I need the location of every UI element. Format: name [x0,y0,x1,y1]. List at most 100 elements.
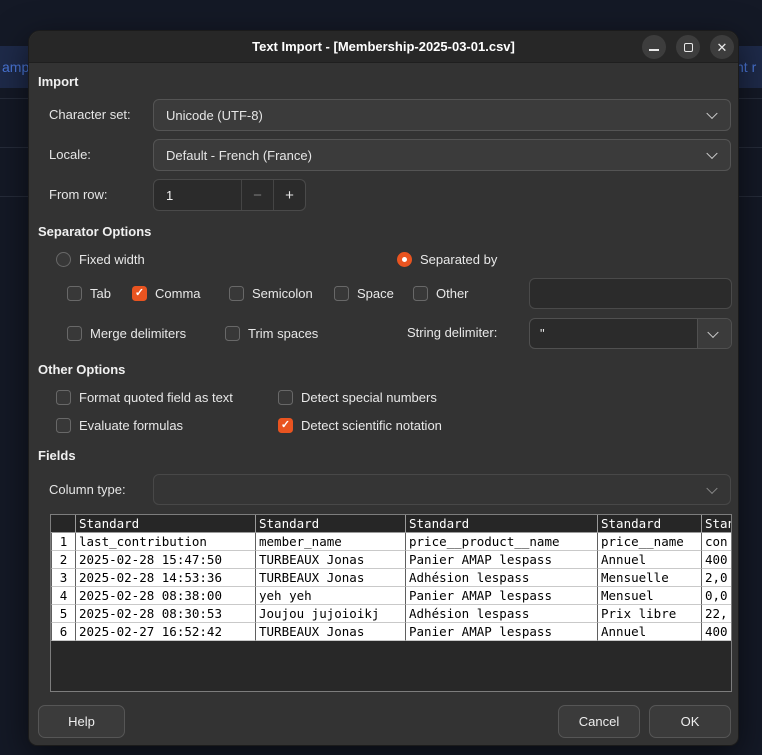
window-title: Text Import - [Membership-2025-03-01.csv… [252,39,515,54]
detect-scientific-checkbox[interactable]: ✓ Detect scientific notation [278,417,442,433]
string-delimiter-value[interactable]: " [530,319,697,348]
table-cell: 2,0 [701,569,731,587]
row-number: 5 [51,605,75,623]
checkbox-icon [334,285,349,301]
row-number: 6 [51,623,75,641]
close-button[interactable]: ✕ [710,35,734,59]
chevron-down-icon [706,107,718,120]
character-set-label: Character set: [49,107,131,122]
table-cell: con [701,533,731,551]
column-type-select[interactable] [153,474,731,505]
table-cell: 2025-02-27 16:52:42 [75,623,255,641]
locale-select[interactable]: Default - French (France) [153,139,731,171]
table-row: 3 2025-02-28 14:53:36 TURBEAUX Jonas Adhési… [51,569,731,587]
column-type-header[interactable]: Standard [405,515,597,533]
backdrop-text-fragment-right: nt r [736,59,757,75]
csv-preview-table[interactable]: StandardStandardStandardStandardStandard… [50,514,732,692]
column-type-header[interactable]: Standard [597,515,701,533]
table-cell: Mensuel [597,587,701,605]
semicolon-checkbox[interactable]: Semicolon [229,285,313,301]
string-delimiter-label: String delimiter: [407,325,498,340]
trim-spaces-label: Trim spaces [248,325,319,341]
string-delimiter-combobox[interactable]: " [529,318,732,349]
row-number: 4 [51,587,75,605]
evaluate-formulas-checkbox[interactable]: Evaluate formulas [56,417,183,433]
minimize-icon [649,49,659,51]
table-cell: 400 [701,623,731,641]
fields-section-heading: Fields [38,448,76,463]
radio-checked-icon [397,251,412,267]
help-button[interactable]: Help [38,705,125,738]
column-type-header[interactable]: Standard [75,515,255,533]
character-set-value: Unicode (UTF-8) [166,107,263,123]
from-row-label: From row: [49,187,108,202]
minimize-button[interactable] [642,35,666,59]
maximize-button[interactable] [676,35,700,59]
table-row: 5 2025-02-28 08:30:53 Joujou jujoioikj Adhé… [51,605,731,623]
checkbox-checked-icon: ✓ [132,285,147,301]
table-cell: Joujou jujoioikj [255,605,405,623]
maximize-icon [683,42,693,52]
column-type-label: Column type: [49,482,126,497]
row-number: 2 [51,551,75,569]
table-cell: TURBEAUX Jonas [255,623,405,641]
separator-options-heading: Separator Options [38,224,152,239]
row-number: 1 [51,533,75,551]
locale-value: Default - French (France) [166,147,312,163]
merge-delimiters-label: Merge delimiters [90,325,187,341]
semicolon-label: Semicolon [252,285,313,301]
row-number: 3 [51,569,75,587]
checkbox-checked-icon: ✓ [278,417,293,433]
from-row-spinner: 1 − + [153,179,306,211]
checkbox-icon [67,285,82,301]
fixed-width-radio[interactable]: Fixed width [56,251,145,267]
table-cell: Adhésion lespass [405,605,597,623]
titlebar[interactable]: Text Import - [Membership-2025-03-01.csv… [29,31,738,63]
separated-by-label: Separated by [420,251,498,267]
comma-checkbox[interactable]: ✓ Comma [132,285,201,301]
radio-icon [56,251,71,267]
table-cell: Panier AMAP lespass [405,551,597,569]
column-type-header[interactable]: Standard [701,515,731,533]
separated-by-radio[interactable]: Separated by [397,251,497,267]
from-row-decrement-button[interactable]: − [241,180,273,210]
table-cell: 400 [701,551,731,569]
detect-special-numbers-checkbox[interactable]: Detect special numbers [278,389,437,405]
table-cell: 0,0 [701,587,731,605]
character-set-select[interactable]: Unicode (UTF-8) [153,99,731,131]
from-row-increment-button[interactable]: + [273,180,305,210]
table-cell: yeh yeh [255,587,405,605]
checkbox-icon [278,389,293,405]
evaluate-formulas-label: Evaluate formulas [79,417,184,433]
locale-label: Locale: [49,147,91,162]
merge-delimiters-checkbox[interactable]: Merge delimiters [67,325,186,341]
table-cell: 2025-02-28 08:30:53 [75,605,255,623]
fixed-width-label: Fixed width [79,251,145,267]
cancel-button[interactable]: Cancel [558,705,640,738]
space-label: Space [357,285,394,301]
space-checkbox[interactable]: Space [334,285,394,301]
checkbox-icon [229,285,244,301]
preview-header-row: StandardStandardStandardStandardStandard [51,515,731,533]
ok-button[interactable]: OK [649,705,731,738]
table-cell: TURBEAUX Jonas [255,569,405,587]
other-delimiter-input[interactable] [529,278,732,309]
table-cell: 2025-02-28 08:38:00 [75,587,255,605]
table-cell: 2025-02-28 14:53:36 [75,569,255,587]
from-row-input[interactable]: 1 [154,180,241,210]
chevron-down-icon [707,326,719,338]
import-section-heading: Import [38,74,79,89]
column-type-header[interactable]: Standard [255,515,405,533]
table-cell: Prix libre [597,605,701,623]
other-checkbox[interactable]: Other [413,285,469,301]
table-cell: last_contribution [75,533,255,551]
format-quoted-checkbox[interactable]: Format quoted field as text [56,389,233,405]
format-quoted-label: Format quoted field as text [79,389,233,405]
table-cell: member_name [255,533,405,551]
checkbox-icon [56,417,71,433]
trim-spaces-checkbox[interactable]: Trim spaces [225,325,318,341]
string-delimiter-dropdown-button[interactable] [697,319,731,348]
checkbox-icon [56,389,71,405]
table-cell: Panier AMAP lespass [405,587,597,605]
tab-checkbox[interactable]: Tab [67,285,111,301]
